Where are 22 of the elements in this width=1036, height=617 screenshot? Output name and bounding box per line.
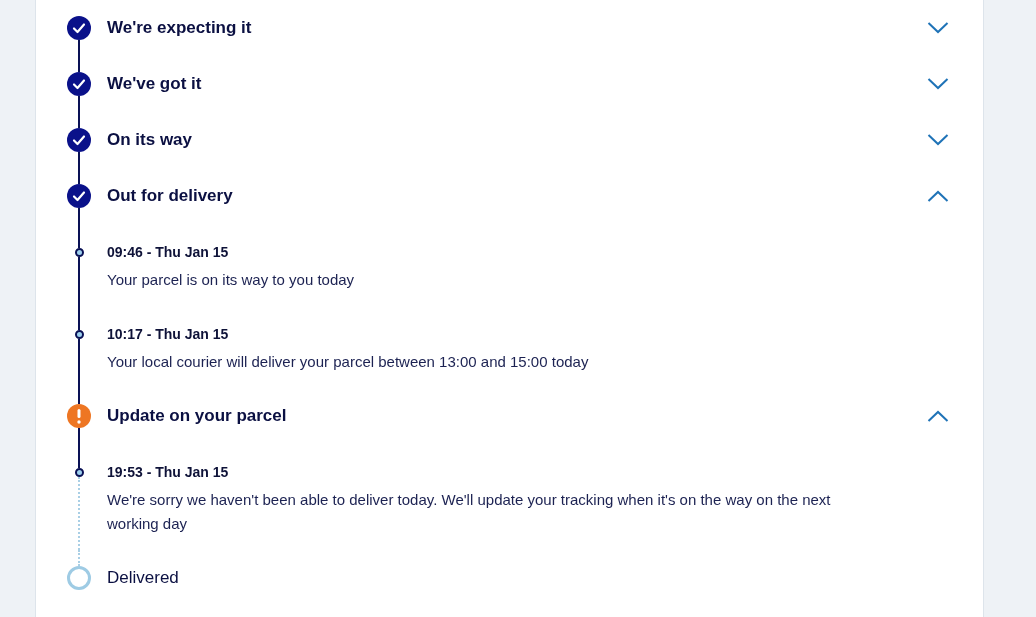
stage-title: Out for delivery xyxy=(107,185,233,208)
stage-title: We're expecting it xyxy=(107,17,252,40)
check-circle-icon xyxy=(67,128,91,152)
event-message: Your parcel is on its way to you today xyxy=(107,270,356,290)
stage-title: We've got it xyxy=(107,73,202,96)
chevron-down-icon xyxy=(927,134,949,146)
check-circle-icon xyxy=(67,72,91,96)
stage-title: On its way xyxy=(107,129,193,152)
chevron-down-icon xyxy=(927,22,949,34)
check-circle-icon xyxy=(67,16,91,40)
exclamation-circle-icon xyxy=(67,404,91,428)
chevron-down-icon xyxy=(927,78,949,90)
stage-title: Update on your parcel xyxy=(107,405,287,428)
event-message: We're sorry we haven't been able to deliver today. We'll update your tracking when it's on the way on the next working day xyxy=(107,490,832,534)
event-time: 09:46 - Thu Jan 15 xyxy=(107,243,229,262)
check-circle-icon xyxy=(67,184,91,208)
chevron-up-icon xyxy=(927,190,949,202)
stage-title: Delivered xyxy=(107,567,179,590)
chevron-up-icon xyxy=(927,410,949,422)
event-time: 10:17 - Thu Jan 15 xyxy=(107,325,229,344)
event-time: 19:53 - Thu Jan 15 xyxy=(107,463,229,482)
event-message: Your local courier will deliver your parcel between 13:00 and 15:00 today xyxy=(107,352,590,372)
